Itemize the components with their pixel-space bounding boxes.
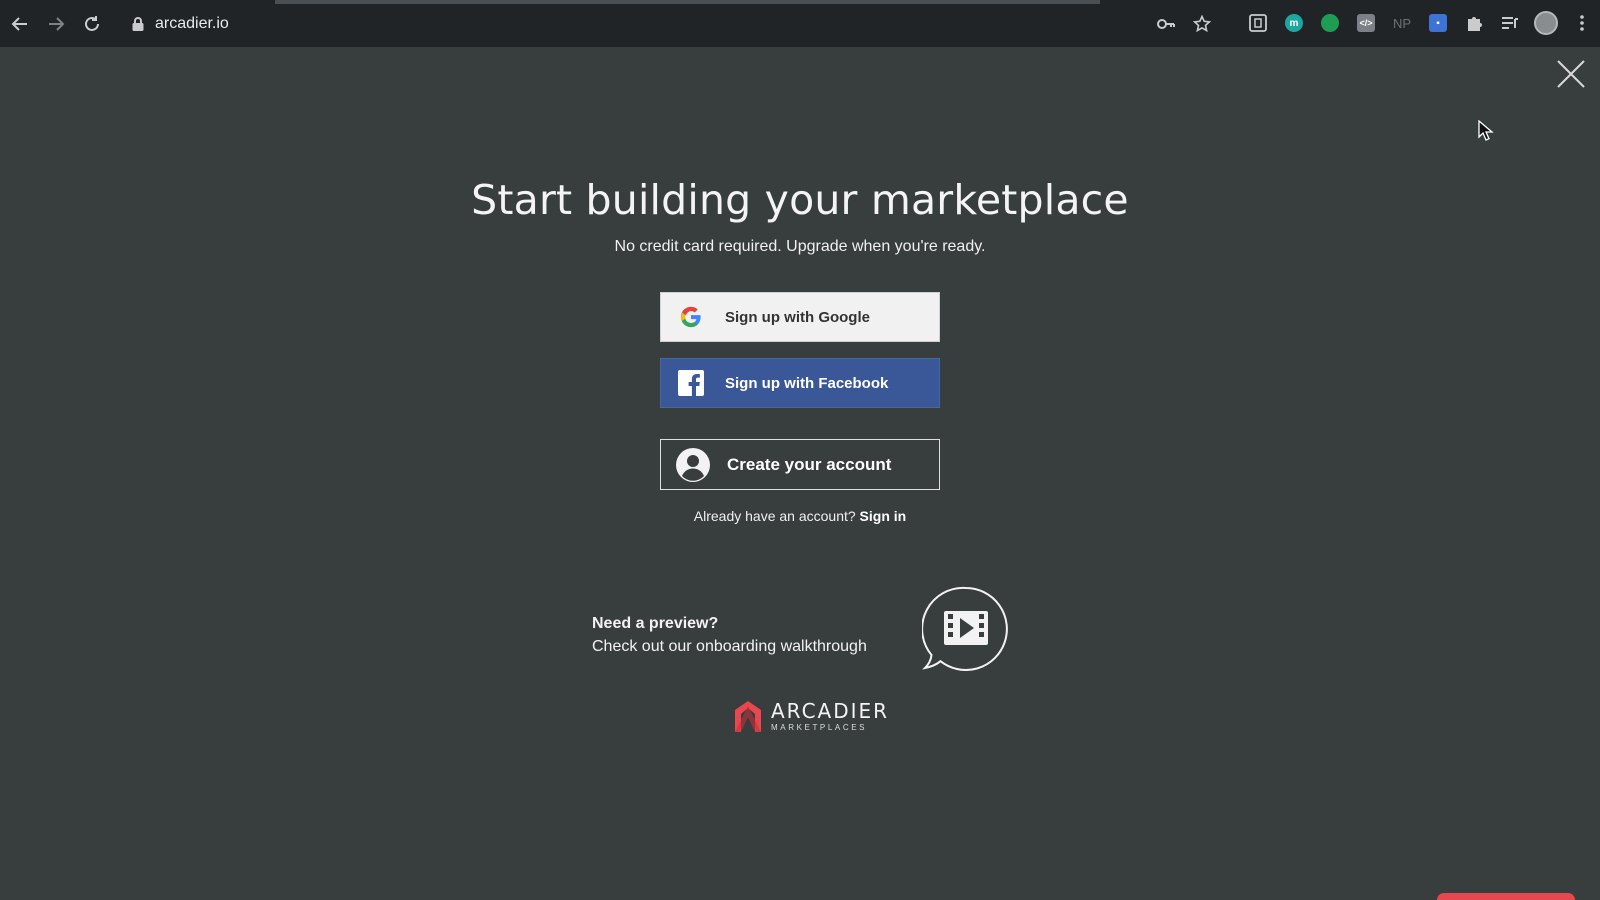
blue-extension-button[interactable]: ▪ bbox=[1420, 5, 1456, 41]
browser-toolbar: arcadier.io m </> NP ▪ bbox=[0, 0, 1600, 47]
forward-button[interactable] bbox=[38, 6, 74, 42]
extensions-bar: m </> NP ▪ bbox=[1240, 5, 1600, 41]
password-key-button[interactable] bbox=[1148, 6, 1184, 42]
reload-button[interactable] bbox=[74, 6, 110, 42]
browser-menu-button[interactable] bbox=[1564, 5, 1600, 41]
video-walkthrough-icon[interactable] bbox=[922, 585, 1010, 671]
facebook-signup-label: Sign up with Facebook bbox=[725, 374, 889, 392]
m-extension-button[interactable]: m bbox=[1276, 5, 1312, 41]
logo-name: ARCADIER bbox=[771, 698, 890, 723]
page-subtitle: No credit card required. Upgrade when yo… bbox=[614, 238, 986, 255]
address-bar[interactable]: arcadier.io bbox=[119, 7, 1224, 41]
mouse-pointer-icon bbox=[1478, 120, 1494, 141]
media-queue-button[interactable] bbox=[1492, 5, 1528, 41]
reader-extension-button[interactable] bbox=[1240, 5, 1276, 41]
profile-avatar bbox=[1534, 11, 1558, 35]
media-queue-icon bbox=[1502, 17, 1518, 29]
green-extension-button[interactable] bbox=[1312, 5, 1348, 41]
profile-button[interactable] bbox=[1528, 5, 1564, 41]
url-text: arcadier.io bbox=[155, 15, 229, 32]
reload-icon bbox=[85, 15, 99, 31]
signin-prompt: Already have an account? Sign in bbox=[0, 508, 1600, 524]
kebab-menu-icon bbox=[1580, 15, 1584, 31]
back-button[interactable] bbox=[2, 6, 38, 42]
preview-title: Need a preview? bbox=[592, 615, 719, 632]
preview-section: Need a preview? Check out our onboarding… bbox=[592, 612, 867, 658]
facebook-signup-button[interactable]: Sign up with Facebook bbox=[660, 358, 940, 408]
blue-box-extension-icon: ▪ bbox=[1429, 14, 1447, 32]
key-icon bbox=[1157, 19, 1175, 29]
extensions-button[interactable] bbox=[1456, 5, 1492, 41]
lock-icon bbox=[132, 17, 144, 31]
arrow-left-icon bbox=[11, 16, 27, 31]
star-icon bbox=[1193, 15, 1211, 33]
google-signup-label: Sign up with Google bbox=[725, 308, 870, 326]
signin-link[interactable]: Sign in bbox=[860, 508, 907, 524]
facebook-icon bbox=[677, 369, 705, 397]
reader-extension-icon bbox=[1249, 14, 1267, 32]
google-icon bbox=[677, 303, 705, 331]
close-icon bbox=[1557, 60, 1585, 88]
create-account-label: Create your account bbox=[727, 454, 892, 474]
page-title: Start building your marketplace bbox=[471, 176, 1129, 224]
google-signup-button[interactable]: Sign up with Google bbox=[660, 292, 940, 342]
arrow-right-icon bbox=[49, 16, 65, 31]
chat-widget-button[interactable] bbox=[1437, 893, 1575, 900]
puzzle-extensions-icon bbox=[1468, 17, 1482, 31]
create-account-button[interactable]: Create your account bbox=[660, 439, 940, 490]
np-extension-button[interactable]: NP bbox=[1384, 5, 1420, 41]
tab-strip-line bbox=[275, 0, 1100, 4]
code-extension-button[interactable]: </> bbox=[1348, 5, 1384, 41]
green-dot-extension-icon bbox=[1321, 14, 1339, 32]
close-button[interactable] bbox=[1555, 58, 1587, 90]
arcadier-logo: ARCADIER MARKETPLACES bbox=[733, 700, 889, 732]
logo-subtitle: MARKETPLACES bbox=[771, 722, 868, 732]
code-extension-icon: </> bbox=[1357, 14, 1375, 32]
preview-text: Check out our onboarding walkthrough bbox=[592, 638, 867, 655]
bookmark-star-button[interactable] bbox=[1184, 6, 1220, 42]
user-icon bbox=[675, 447, 711, 483]
signin-prompt-text: Already have an account? bbox=[693, 508, 856, 524]
np-extension-icon: NP bbox=[1392, 15, 1412, 31]
arcadier-logo-mark-icon bbox=[735, 701, 761, 732]
m-extension-icon: m bbox=[1285, 14, 1303, 32]
